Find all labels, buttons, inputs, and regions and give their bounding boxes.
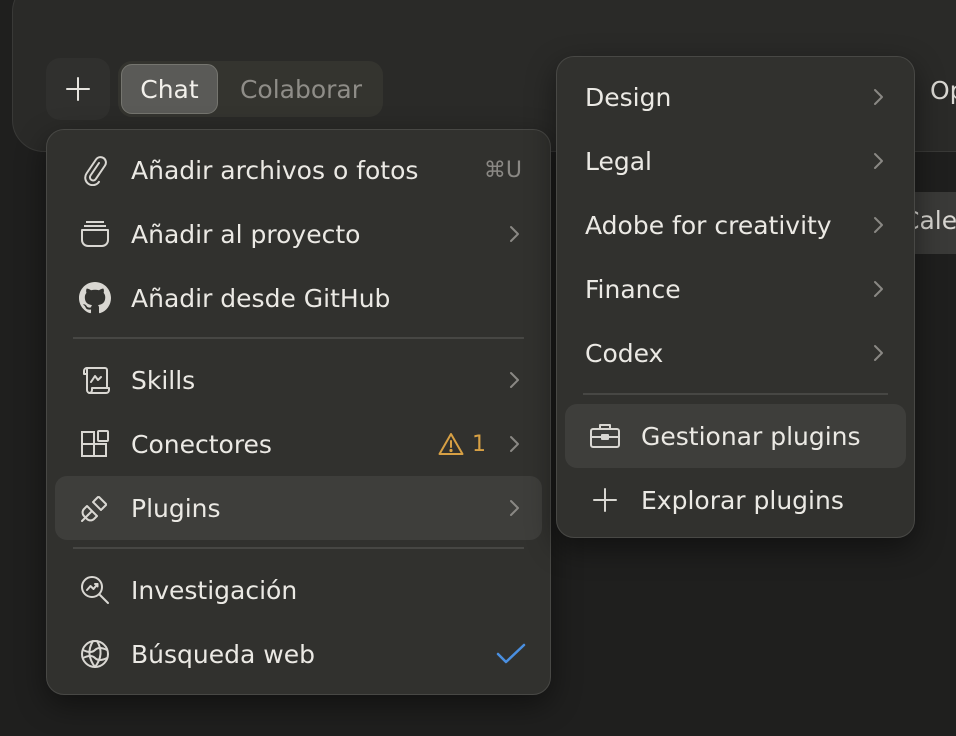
menu-item-add-to-project[interactable]: Añadir al proyecto bbox=[55, 202, 542, 266]
menu-item-label: Gestionar plugins bbox=[641, 421, 861, 451]
plugin-category-legal[interactable]: Legal bbox=[565, 129, 906, 193]
plugin-category-design[interactable]: Design bbox=[565, 65, 906, 129]
menu-item-web-search[interactable]: Búsqueda web bbox=[55, 622, 542, 686]
chevron-right-icon bbox=[870, 277, 886, 301]
globe-icon bbox=[79, 638, 111, 670]
menu-item-add-from-github[interactable]: Añadir desde GitHub bbox=[55, 266, 542, 330]
plugin-category-adobe[interactable]: Adobe for creativity bbox=[565, 193, 906, 257]
menu-item-research[interactable]: Investigación bbox=[55, 558, 542, 622]
menu-item-label: Design bbox=[585, 82, 672, 112]
project-box-icon bbox=[79, 218, 111, 250]
add-content-button[interactable] bbox=[46, 58, 110, 120]
toolbox-icon bbox=[589, 420, 621, 452]
menu-item-add-files[interactable]: Añadir archivos o fotos ⌘U bbox=[55, 138, 542, 202]
menu-item-label: Añadir desde GitHub bbox=[131, 283, 391, 313]
chevron-right-icon bbox=[870, 149, 886, 173]
connectors-grid-icon bbox=[79, 428, 111, 460]
plugin-category-finance[interactable]: Finance bbox=[565, 257, 906, 321]
menu-item-label: Investigación bbox=[131, 575, 298, 605]
menu-item-label: Codex bbox=[585, 338, 664, 368]
scroll-icon bbox=[79, 364, 111, 396]
menu-item-plugins[interactable]: Plugins bbox=[55, 476, 542, 540]
tab-chat[interactable]: Chat bbox=[121, 64, 218, 114]
menu-item-label: Adobe for creativity bbox=[585, 210, 832, 240]
chevron-right-icon bbox=[506, 368, 522, 392]
background-overflow-text: Op bbox=[930, 76, 956, 105]
paperclip-icon bbox=[79, 154, 111, 186]
menu-item-label: Legal bbox=[585, 146, 653, 176]
github-icon bbox=[79, 282, 111, 314]
menu-item-connectors[interactable]: Conectores 1 bbox=[55, 412, 542, 476]
checkmark-icon bbox=[496, 642, 526, 666]
plus-icon bbox=[66, 77, 90, 101]
menu-item-label: Añadir archivos o fotos bbox=[131, 155, 419, 185]
menu-item-label: Finance bbox=[585, 274, 681, 304]
tab-colaborar[interactable]: Colaborar bbox=[222, 64, 380, 114]
warning-count: 1 bbox=[472, 431, 486, 457]
menu-item-skills[interactable]: Skills bbox=[55, 348, 542, 412]
chevron-right-icon bbox=[870, 213, 886, 237]
menu-item-label: Conectores bbox=[131, 429, 272, 459]
warning-badge: 1 bbox=[438, 432, 486, 457]
menu-item-label: Búsqueda web bbox=[131, 639, 315, 669]
menu-item-label: Skills bbox=[131, 365, 196, 395]
keyboard-shortcut: ⌘U bbox=[483, 157, 522, 183]
menu-divider bbox=[73, 337, 524, 339]
menu-item-label: Añadir al proyecto bbox=[131, 219, 361, 249]
plugins-submenu: Design Legal Adobe for creativity Financ… bbox=[556, 56, 915, 538]
plugin-category-codex[interactable]: Codex bbox=[565, 321, 906, 385]
plug-icon bbox=[79, 492, 111, 524]
chevron-right-icon bbox=[506, 432, 522, 456]
research-magnifier-icon bbox=[79, 574, 111, 606]
attach-menu: Añadir archivos o fotos ⌘U Añadir al pro… bbox=[46, 129, 551, 695]
manage-plugins-item[interactable]: Gestionar plugins bbox=[565, 404, 906, 468]
menu-item-label: Plugins bbox=[131, 493, 221, 523]
explore-plugins-item[interactable]: Explorar plugins bbox=[565, 468, 906, 532]
menu-divider bbox=[73, 547, 524, 549]
chevron-right-icon bbox=[870, 341, 886, 365]
warning-icon bbox=[438, 433, 464, 455]
plus-icon bbox=[589, 484, 621, 516]
chevron-right-icon bbox=[870, 85, 886, 109]
chevron-right-icon bbox=[506, 222, 522, 246]
menu-divider bbox=[583, 393, 888, 395]
mode-toggle: Chat Colaborar bbox=[118, 61, 383, 117]
chevron-right-icon bbox=[506, 496, 522, 520]
menu-item-label: Explorar plugins bbox=[641, 485, 844, 515]
